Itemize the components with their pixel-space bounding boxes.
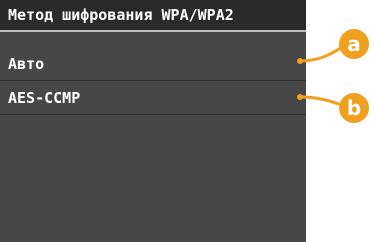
callout-b: b — [297, 93, 369, 123]
screen-title: Метод шифрования WPA/WPA2 — [0, 0, 306, 32]
option-auto-label: Авто — [8, 55, 45, 73]
callout-a-label: a — [347, 32, 361, 56]
option-aes-ccmp[interactable]: AES-CCMP — [0, 82, 306, 115]
touch-screen-panel: Метод шифрования WPA/WPA2 Авто AES-CCMP — [0, 0, 306, 242]
option-aes-ccmp-label: AES-CCMP — [8, 89, 81, 107]
callout-b-label: b — [347, 96, 361, 120]
callout-a: a — [297, 29, 369, 64]
option-auto[interactable]: Авто — [0, 48, 306, 81]
